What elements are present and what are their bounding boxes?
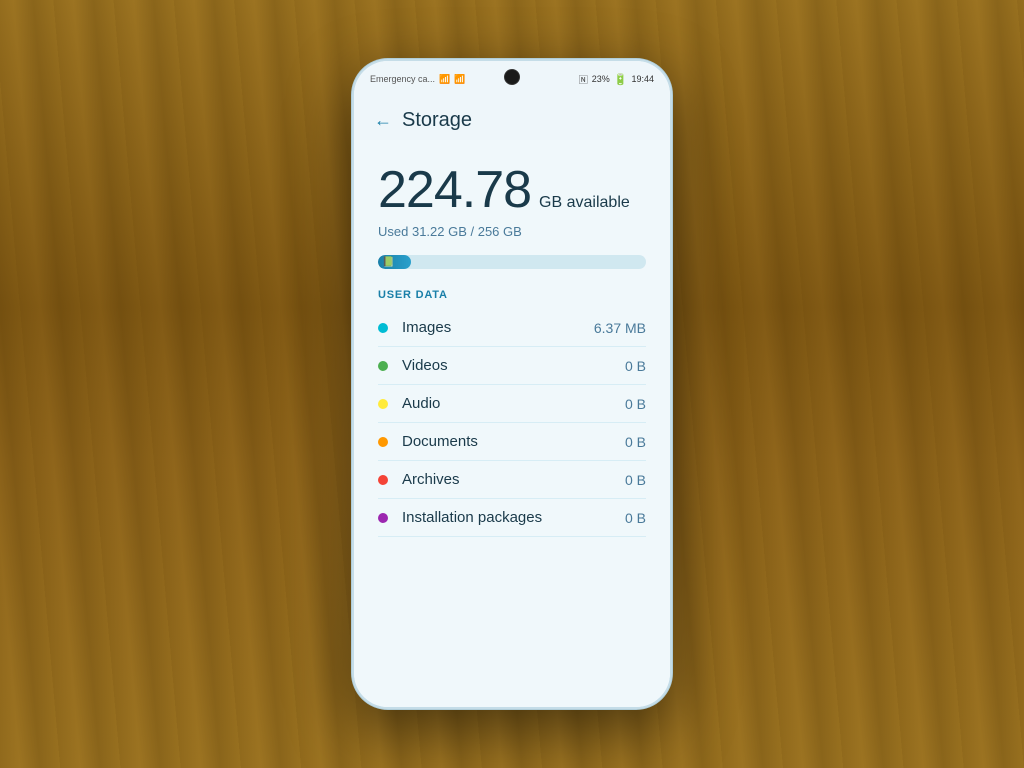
back-button[interactable]: ← <box>374 110 392 131</box>
top-bar: ← Storage <box>354 97 670 140</box>
phone-device: Emergency ca... 📶 📶 🄽 23% 🔋 19:44 ← Stor… <box>352 59 672 709</box>
storage-gb-label: GB available <box>539 194 630 212</box>
list-item[interactable]: Documents0 B <box>378 423 646 461</box>
category-dot <box>378 437 388 447</box>
list-item[interactable]: Audio0 B <box>378 385 646 423</box>
page-title: Storage <box>402 109 472 132</box>
category-size: 0 B <box>625 472 646 488</box>
list-item[interactable]: Archives0 B <box>378 461 646 499</box>
list-item[interactable]: Installation packages0 B <box>378 499 646 537</box>
category-name: Audio <box>402 395 625 412</box>
list-item[interactable]: Videos0 B <box>378 347 646 385</box>
camera-hole <box>504 69 520 85</box>
nfc-icon: 🄽 <box>579 73 588 86</box>
status-left: Emergency ca... 📶 📶 <box>370 74 465 85</box>
status-bar: Emergency ca... 📶 📶 🄽 23% 🔋 19:44 <box>354 61 670 97</box>
status-right: 🄽 23% 🔋 19:44 <box>579 73 654 86</box>
category-dot <box>378 323 388 333</box>
category-size: 0 B <box>625 434 646 450</box>
category-size: 0 B <box>625 510 646 526</box>
category-size: 6.37 MB <box>594 320 646 336</box>
category-dot <box>378 475 388 485</box>
category-name: Archives <box>402 471 625 488</box>
category-dot <box>378 399 388 409</box>
screen-content: ← Storage 224.78 GB available Used 31.22… <box>354 97 670 707</box>
phone-wrapper: Emergency ca... 📶 📶 🄽 23% 🔋 19:44 ← Stor… <box>352 59 672 709</box>
category-dot <box>378 513 388 523</box>
category-size: 0 B <box>625 396 646 412</box>
list-item[interactable]: Images6.37 MB <box>378 309 646 347</box>
user-data-list: Images6.37 MBVideos0 BAudio0 BDocuments0… <box>378 309 646 537</box>
battery-percent: 23% <box>592 74 610 84</box>
category-name: Videos <box>402 357 625 374</box>
category-size: 0 B <box>625 358 646 374</box>
battery-icon: 🔋 <box>614 73 628 86</box>
category-name: Installation packages <box>402 509 625 526</box>
signal-icon: 📶 <box>439 74 450 85</box>
category-dot <box>378 361 388 371</box>
category-name: Images <box>402 319 594 336</box>
storage-body: 224.78 GB available Used 31.22 GB / 256 … <box>354 140 670 553</box>
storage-gb-value: 224.78 <box>378 160 531 220</box>
storage-book-icon: 📗 <box>378 257 398 268</box>
wifi-icon: 📶 <box>454 74 465 85</box>
category-name: Documents <box>402 433 625 450</box>
storage-progress-fill: 📗 <box>378 255 411 269</box>
emergency-text: Emergency ca... <box>370 74 435 84</box>
storage-available-display: 224.78 GB available <box>378 160 646 220</box>
section-title: USER DATA <box>378 289 646 301</box>
clock: 19:44 <box>631 74 654 84</box>
storage-used-text: Used 31.22 GB / 256 GB <box>378 224 646 239</box>
storage-progress-bar: 📗 <box>378 255 646 269</box>
